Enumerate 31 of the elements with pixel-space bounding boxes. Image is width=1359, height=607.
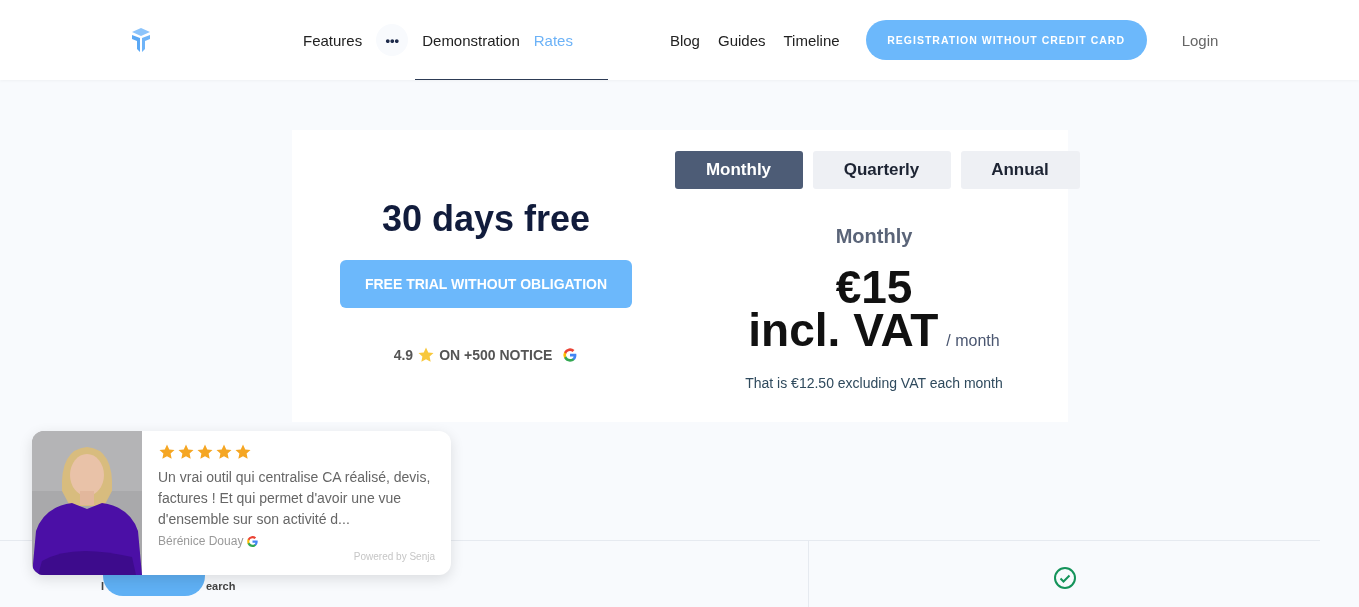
- billing-tab[interactable]: Annual: [960, 151, 1080, 189]
- nav-link[interactable]: Guides: [717, 31, 766, 49]
- review-author: Bérénice Douay: [158, 534, 244, 548]
- free-trial-heading: 30 days free: [381, 198, 591, 240]
- star-icon: [177, 443, 195, 461]
- nav-link[interactable]: Demonstration: [422, 31, 520, 49]
- google-icon: [246, 534, 260, 548]
- star-icon: [158, 443, 176, 461]
- hidden-label: I: [101, 580, 105, 592]
- price-period: / month: [946, 331, 1000, 351]
- price-tax-label: incl. VAT: [748, 308, 939, 352]
- billing-tab[interactable]: Quarterly: [812, 151, 951, 189]
- star-icon: [215, 443, 233, 461]
- more-menu-button[interactable]: •••: [376, 24, 409, 56]
- login-link[interactable]: Login: [1181, 31, 1219, 49]
- star-icon: [196, 443, 214, 461]
- hidden-label: earch: [206, 580, 236, 592]
- nav-link[interactable]: Timeline: [783, 31, 840, 49]
- period-label: Monthly: [835, 225, 913, 248]
- price-note: That is €12.50 excluding VAT each month: [745, 375, 1003, 391]
- billing-tab[interactable]: Monthly: [674, 151, 803, 189]
- star-icon: [417, 346, 436, 364]
- rating-score: 4.9: [393, 347, 414, 363]
- rating-text: ON +500 NOTICE: [439, 347, 553, 363]
- price-amount: €15: [835, 266, 913, 308]
- google-icon: [562, 347, 579, 363]
- review-text: Un vrai outil qui centralise CA réalisé, devis, factures ! Et qui permet d'avoir une vue d'ensemble sur son activité d...: [158, 468, 432, 529]
- nav-link[interactable]: Features: [303, 31, 363, 49]
- star-icon: [234, 443, 252, 461]
- nav-link[interactable]: Blog: [669, 31, 700, 49]
- check-icon: [1052, 566, 1077, 590]
